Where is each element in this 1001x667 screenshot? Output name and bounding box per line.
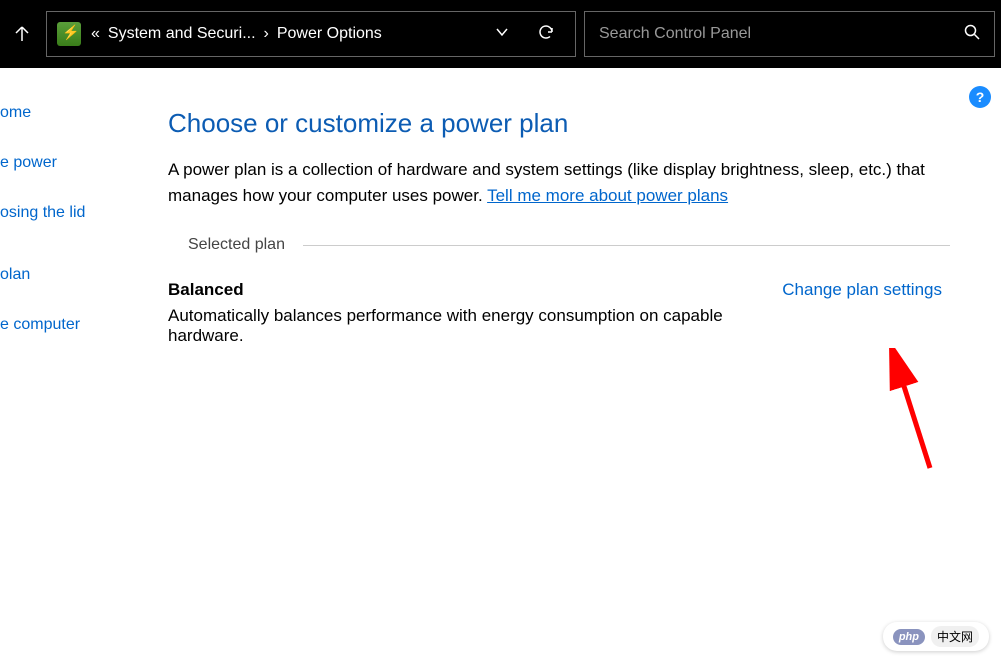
plan-info: Balanced Automatically balances performa… <box>168 280 762 346</box>
breadcrumb-item-system[interactable]: System and Securi... <box>108 25 256 43</box>
sidebar-item-computer[interactable]: e computer <box>0 308 140 342</box>
power-options-icon <box>57 22 81 46</box>
page-title: Choose or customize a power plan <box>168 108 950 139</box>
sidebar-item-power[interactable]: e power <box>0 146 140 180</box>
search-icon <box>964 24 980 40</box>
content-area: ? ome e power osing the lid olan e compu… <box>0 68 1001 667</box>
sidebar-item-closing-lid[interactable]: osing the lid <box>0 196 140 230</box>
sidebar-item-home[interactable]: ome <box>0 96 140 130</box>
tell-more-link[interactable]: Tell me more about power plans <box>487 186 728 205</box>
chevron-down-icon <box>495 25 509 39</box>
change-plan-settings-link[interactable]: Change plan settings <box>782 280 942 300</box>
page-description: A power plan is a collection of hardware… <box>168 157 950 208</box>
search-button[interactable] <box>964 24 980 45</box>
main-content: Choose or customize a power plan A power… <box>140 68 970 667</box>
watermark: php 中文网 <box>883 622 989 651</box>
title-bar: « System and Securi... › Power Options S… <box>0 0 1001 68</box>
plan-name: Balanced <box>168 280 762 300</box>
address-bar[interactable]: « System and Securi... › Power Options <box>46 11 576 57</box>
refresh-button[interactable] <box>527 23 565 46</box>
sidebar: ome e power osing the lid olan e compute… <box>0 68 140 667</box>
breadcrumb[interactable]: « System and Securi... › Power Options <box>91 25 477 43</box>
search-placeholder: Search Control Panel <box>599 25 954 43</box>
breadcrumb-item-power[interactable]: Power Options <box>277 25 382 43</box>
breadcrumb-prefix: « <box>91 25 100 43</box>
up-button[interactable] <box>6 18 38 50</box>
breadcrumb-separator: › <box>264 25 269 43</box>
refresh-icon <box>537 23 555 41</box>
php-logo-icon: php <box>893 629 925 645</box>
section-divider <box>303 245 950 246</box>
sidebar-item-plan[interactable]: olan <box>0 258 140 292</box>
up-arrow-icon <box>13 25 31 43</box>
help-button[interactable]: ? <box>969 86 991 108</box>
plan-row: Balanced Automatically balances performa… <box>168 280 950 346</box>
section-label: Selected plan <box>188 236 285 254</box>
search-bar[interactable]: Search Control Panel <box>584 11 995 57</box>
watermark-text: 中文网 <box>931 626 979 647</box>
plan-description: Automatically balances performance with … <box>168 306 762 346</box>
section-header: Selected plan <box>188 236 950 254</box>
address-dropdown-button[interactable] <box>487 25 517 44</box>
